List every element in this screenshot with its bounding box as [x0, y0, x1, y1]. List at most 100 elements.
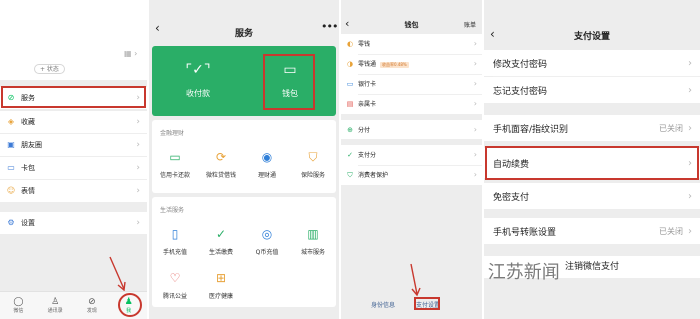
setting-phone-transfer[interactable]: 手机号转账设置 已关闭 ›	[484, 218, 700, 244]
settings-icon: ⚙	[7, 218, 15, 227]
annotation-arrow-icon	[410, 263, 421, 297]
loan-icon: ⟳	[215, 150, 227, 164]
menu-item-moments[interactable]: ▣ 朋友圈 ›	[0, 134, 147, 156]
qr-code-icon[interactable]: ▦ ›	[124, 50, 137, 58]
menu-item-stickers[interactable]: ☺ 表情 ›	[0, 180, 147, 202]
service-label: 信用卡还款	[159, 172, 190, 179]
service-credit-card[interactable]: ▭ 信用卡还款	[152, 150, 198, 179]
pay-score-icon: ✓	[347, 150, 353, 159]
highlight-box	[1, 86, 146, 108]
setting-label: 手机号转账设置	[493, 227, 557, 238]
service-insurance[interactable]: ⛉ 保险服务	[290, 150, 336, 179]
menu-item-favorites[interactable]: ◈ 收藏 ›	[0, 111, 147, 133]
section-title: 生活服务	[160, 207, 185, 214]
service-qcoin[interactable]: ◎ Q币充值	[244, 227, 290, 256]
menu-label: 收藏	[21, 118, 35, 126]
service-label: 手机充值	[162, 249, 187, 256]
wealth-icon: ◉	[261, 150, 273, 164]
services-screen: ‹ 服务 ••• ⌜✓⌝ 收付款 ▭ 钱包 金融理财 ▭ 信用卡还款 ⟳ 微粒贷…	[149, 0, 339, 319]
service-loan[interactable]: ⟳ 微粒贷借钱	[198, 150, 244, 179]
card-pack-icon: ▭	[7, 163, 15, 172]
chevron-right-icon: ›	[688, 84, 692, 96]
family-card-icon: ▤	[346, 99, 354, 108]
page-title: 服务	[234, 29, 253, 39]
change-icon: ◐	[346, 39, 354, 48]
setting-forgot-password[interactable]: 忘记支付密码 ›	[484, 77, 700, 103]
charity-icon: ♡	[169, 271, 181, 285]
wallet-group-fenfu: ⊕ 分付 ›	[341, 120, 482, 139]
setting-biometric[interactable]: 手机面容/指纹识别 已关闭 ›	[484, 115, 700, 141]
chevron-right-icon: ›	[136, 140, 140, 150]
highlight-circle	[118, 293, 142, 317]
highlight-box	[485, 146, 699, 180]
city-icon: ▥	[307, 227, 319, 241]
wallet-item-label: 支付分	[358, 152, 377, 159]
wallet-item-change-plus[interactable]: ◑ 零钱通 收益率0.48% ›	[341, 54, 482, 73]
setting-value: 已关闭	[659, 123, 683, 133]
wallet-item-bank-card[interactable]: ▭ 银行卡 ›	[341, 74, 482, 93]
menu-item-card-pack[interactable]: ▭ 卡包 ›	[0, 157, 147, 179]
bill-link[interactable]: 账单	[464, 20, 476, 29]
tab-label: 发现	[86, 308, 97, 314]
change-plus-icon: ◑	[346, 59, 354, 68]
scan-pay-button[interactable]: ⌜✓⌝ 收付款	[152, 46, 244, 116]
more-icon[interactable]: •••	[321, 21, 338, 32]
service-label: 理财通	[257, 172, 276, 179]
chevron-right-icon: ›	[136, 218, 140, 228]
page-title: 支付设置	[573, 32, 610, 42]
service-wealth[interactable]: ◉ 理财通	[244, 150, 290, 179]
wallet-item-label: 零钱通	[358, 61, 377, 68]
service-phone-topup[interactable]: ▯ 手机充值	[152, 227, 198, 256]
tab-contacts[interactable]: ♙ 通讯录	[37, 292, 74, 319]
wallet-item-change[interactable]: ◐ 零钱 ›	[341, 34, 482, 53]
setting-label: 忘记支付密码	[493, 86, 548, 97]
life-services-card: 生活服务 ▯ 手机充值 ✓ 生活缴费 ◎ Q币充值 ▥ 城市服务 ♡ 腾讯公益 …	[152, 197, 336, 307]
chevron-right-icon: ›	[473, 125, 477, 134]
wallet-item-family-card[interactable]: ▤ 亲属卡 ›	[341, 94, 482, 113]
scan-pay-icon: ⌜✓⌝	[185, 62, 211, 78]
wallet-item-consumer-protect[interactable]: ⛉ 消费者保护 ›	[341, 165, 482, 184]
chevron-right-icon: ›	[473, 79, 477, 88]
setting-password-free[interactable]: 免密支付 ›	[484, 183, 700, 209]
page-title: 钱包	[404, 21, 419, 29]
wallet-item-pay-score[interactable]: ✓ 支付分 ›	[341, 145, 482, 164]
service-label: 保险服务	[300, 172, 325, 179]
wallet-item-label: 分付	[358, 127, 371, 134]
utility-icon: ✓	[215, 227, 227, 241]
service-utility[interactable]: ✓ 生活缴费	[198, 227, 244, 256]
service-charity[interactable]: ♡ 腾讯公益	[152, 271, 198, 300]
service-label: Q币充值	[255, 249, 279, 256]
service-health[interactable]: ⊞ 医疗健康	[198, 271, 244, 300]
status-button[interactable]: + 状态	[34, 64, 65, 74]
setting-label: 手机面容/指纹识别	[493, 124, 569, 135]
service-city[interactable]: ▥ 城市服务	[290, 227, 336, 256]
phone-topup-icon: ▯	[171, 227, 179, 241]
wallet-group-balance: ◐ 零钱 › ◑ 零钱通 收益率0.48% › ▭ 银行卡 › ▤ 亲属卡 ›	[341, 34, 482, 114]
service-label: 生活缴费	[208, 249, 233, 256]
wallet-screen: ‹ 钱包 账单 ◐ 零钱 › ◑ 零钱通 收益率0.48% › ▭ 银行卡 › ▤…	[341, 0, 482, 319]
chevron-right-icon: ›	[473, 39, 477, 48]
chevron-right-icon: ›	[688, 57, 692, 69]
menu-label: 卡包	[21, 164, 35, 172]
menu-item-settings[interactable]: ⚙ 设置 ›	[0, 212, 147, 234]
qcoin-icon: ◎	[261, 227, 273, 241]
chevron-right-icon: ›	[688, 190, 692, 202]
wallet-item-fenfu[interactable]: ⊕ 分付 ›	[341, 120, 482, 139]
me-screen: ▦ › + 状态 ⊘ 服务 › ◈ 收藏 › ▣ 朋友圈 › ▭ 卡包 › ☺ …	[0, 0, 147, 319]
chevron-right-icon: ›	[688, 122, 692, 134]
tab-chats[interactable]: ◯ 微信	[0, 292, 37, 319]
moments-icon: ▣	[7, 140, 15, 149]
setting-label: 免密支付	[493, 192, 530, 203]
menu-label: 朋友圈	[21, 141, 42, 149]
setting-change-password[interactable]: 修改支付密码 ›	[484, 50, 700, 76]
wallet-group-credit: ✓ 支付分 › ⛉ 消费者保护 ›	[341, 145, 482, 185]
chevron-right-icon: ›	[473, 170, 477, 179]
watermark: ❂ 公众号 · 江苏新闻	[484, 258, 700, 284]
credit-card-icon: ▭	[169, 150, 181, 164]
insurance-icon: ⛉	[308, 150, 318, 164]
wallet-item-label: 银行卡	[358, 81, 377, 88]
tab-discover[interactable]: ⊘ 发现	[74, 292, 111, 319]
contacts-icon: ♙	[51, 297, 60, 307]
identity-info-link[interactable]: 身份信息	[371, 300, 395, 309]
scan-pay-label: 收付款	[186, 89, 210, 98]
